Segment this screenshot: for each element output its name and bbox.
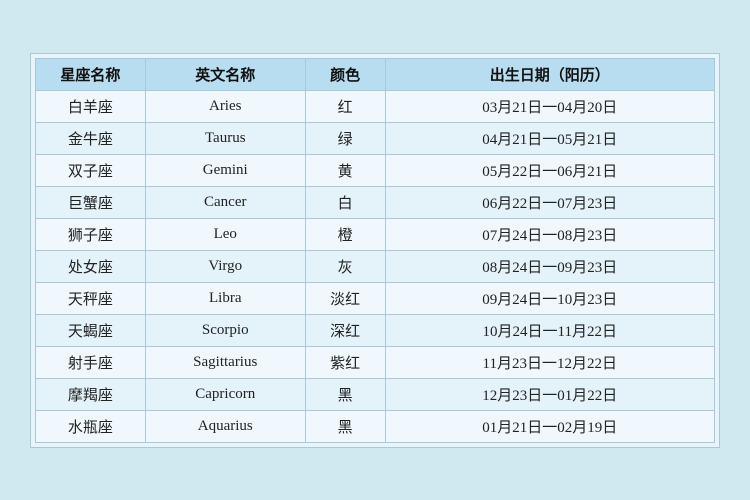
table-header-row: 星座名称 英文名称 颜色 出生日期（阳历）: [36, 58, 715, 90]
cell-en: Gemini: [145, 154, 305, 186]
cell-en: Capricorn: [145, 378, 305, 410]
cell-date: 04月21日一05月21日: [385, 122, 714, 154]
cell-cn: 天秤座: [36, 282, 146, 314]
cell-en: Taurus: [145, 122, 305, 154]
table-row: 处女座Virgo灰08月24日一09月23日: [36, 250, 715, 282]
cell-cn: 双子座: [36, 154, 146, 186]
cell-en: Aries: [145, 90, 305, 122]
cell-en: Aquarius: [145, 410, 305, 442]
zodiac-table: 星座名称 英文名称 颜色 出生日期（阳历） 白羊座Aries红03月21日一04…: [35, 58, 715, 443]
cell-color: 橙: [305, 218, 385, 250]
cell-en: Leo: [145, 218, 305, 250]
table-row: 摩羯座Capricorn黑12月23日一01月22日: [36, 378, 715, 410]
cell-color: 黑: [305, 378, 385, 410]
cell-date: 05月22日一06月21日: [385, 154, 714, 186]
table-row: 巨蟹座Cancer白06月22日一07月23日: [36, 186, 715, 218]
table-row: 白羊座Aries红03月21日一04月20日: [36, 90, 715, 122]
cell-cn: 白羊座: [36, 90, 146, 122]
cell-cn: 水瓶座: [36, 410, 146, 442]
cell-cn: 射手座: [36, 346, 146, 378]
header-date: 出生日期（阳历）: [385, 58, 714, 90]
cell-color: 深红: [305, 314, 385, 346]
cell-cn: 狮子座: [36, 218, 146, 250]
table-row: 水瓶座Aquarius黑01月21日一02月19日: [36, 410, 715, 442]
cell-date: 01月21日一02月19日: [385, 410, 714, 442]
cell-color: 淡红: [305, 282, 385, 314]
zodiac-table-wrapper: 星座名称 英文名称 颜色 出生日期（阳历） 白羊座Aries红03月21日一04…: [30, 53, 720, 448]
cell-cn: 摩羯座: [36, 378, 146, 410]
cell-en: Scorpio: [145, 314, 305, 346]
cell-color: 灰: [305, 250, 385, 282]
cell-cn: 金牛座: [36, 122, 146, 154]
cell-cn: 天蝎座: [36, 314, 146, 346]
table-row: 金牛座Taurus绿04月21日一05月21日: [36, 122, 715, 154]
cell-en: Sagittarius: [145, 346, 305, 378]
cell-date: 12月23日一01月22日: [385, 378, 714, 410]
cell-color: 紫红: [305, 346, 385, 378]
cell-color: 黄: [305, 154, 385, 186]
cell-color: 黑: [305, 410, 385, 442]
cell-color: 绿: [305, 122, 385, 154]
cell-color: 白: [305, 186, 385, 218]
cell-date: 10月24日一11月22日: [385, 314, 714, 346]
header-cn: 星座名称: [36, 58, 146, 90]
cell-date: 11月23日一12月22日: [385, 346, 714, 378]
table-row: 双子座Gemini黄05月22日一06月21日: [36, 154, 715, 186]
header-en: 英文名称: [145, 58, 305, 90]
cell-date: 08月24日一09月23日: [385, 250, 714, 282]
cell-en: Libra: [145, 282, 305, 314]
cell-date: 03月21日一04月20日: [385, 90, 714, 122]
cell-date: 06月22日一07月23日: [385, 186, 714, 218]
cell-cn: 巨蟹座: [36, 186, 146, 218]
cell-date: 07月24日一08月23日: [385, 218, 714, 250]
cell-color: 红: [305, 90, 385, 122]
table-row: 狮子座Leo橙07月24日一08月23日: [36, 218, 715, 250]
table-row: 天秤座Libra淡红09月24日一10月23日: [36, 282, 715, 314]
table-row: 射手座Sagittarius紫红11月23日一12月22日: [36, 346, 715, 378]
table-body: 白羊座Aries红03月21日一04月20日金牛座Taurus绿04月21日一0…: [36, 90, 715, 442]
cell-date: 09月24日一10月23日: [385, 282, 714, 314]
cell-en: Cancer: [145, 186, 305, 218]
cell-en: Virgo: [145, 250, 305, 282]
cell-cn: 处女座: [36, 250, 146, 282]
header-color: 颜色: [305, 58, 385, 90]
table-row: 天蝎座Scorpio深红10月24日一11月22日: [36, 314, 715, 346]
